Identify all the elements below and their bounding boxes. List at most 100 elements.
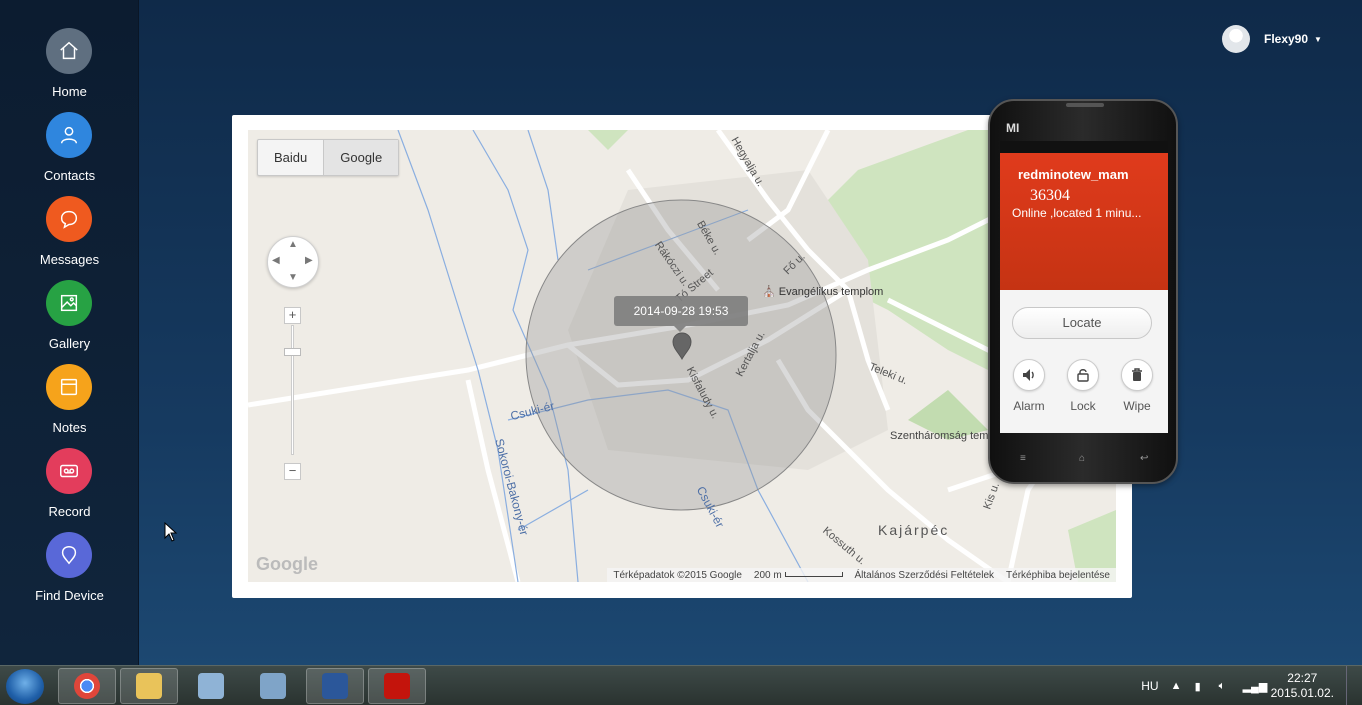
home-icon xyxy=(46,28,92,74)
start-button[interactable] xyxy=(6,669,44,704)
sidebar-item-gallery[interactable]: Gallery xyxy=(0,280,139,364)
taskbar-app-chrome[interactable] xyxy=(58,668,116,704)
provider-baidu-button[interactable]: Baidu xyxy=(258,140,323,175)
location-pin-icon xyxy=(46,532,92,578)
device-status: Online ,located 1 minu... xyxy=(1012,206,1142,220)
location-marker-icon[interactable] xyxy=(672,332,692,360)
taskbar-app-network[interactable] xyxy=(244,668,302,704)
sidebar-item-home[interactable]: Home xyxy=(0,28,139,112)
lock-icon xyxy=(1067,359,1099,391)
person-icon xyxy=(46,112,92,158)
terms-link[interactable]: Általános Szerződési Feltételek xyxy=(855,570,995,581)
word-icon xyxy=(322,673,348,699)
language-indicator[interactable]: HU xyxy=(1141,679,1158,693)
town-label: Kajárpéc xyxy=(878,522,950,538)
file-explorer-icon xyxy=(136,673,162,699)
zoom-out-button[interactable]: − xyxy=(284,463,301,480)
device-id: 36304 xyxy=(1030,187,1070,204)
show-hidden-icons-icon[interactable]: ▲ xyxy=(1171,680,1185,692)
image-icon xyxy=(46,280,92,326)
user-menu[interactable]: Flexy90 ▼ xyxy=(1222,25,1322,53)
sidebar-item-contacts[interactable]: Contacts xyxy=(0,112,139,196)
taskbar-app-word[interactable] xyxy=(306,668,364,704)
sidebar: Home Contacts Messages Gallery Notes Rec… xyxy=(0,0,139,665)
note-icon xyxy=(46,364,92,410)
network-icon xyxy=(260,673,286,699)
map-footer: Térképadatok ©2015 Google 200 m Általáno… xyxy=(607,568,1116,582)
sidebar-item-label: Notes xyxy=(52,420,87,435)
sidebar-item-record[interactable]: Record xyxy=(0,448,139,532)
clock[interactable]: 22:27 2015.01.02. xyxy=(1271,671,1334,701)
sidebar-item-label: Find Device xyxy=(35,588,104,603)
map-copyright: Térképadatok ©2015 Google xyxy=(613,569,742,581)
pan-down-icon[interactable]: ▼ xyxy=(288,272,298,283)
back-key-icon[interactable]: ↩ xyxy=(1140,453,1148,464)
provider-google-button[interactable]: Google xyxy=(323,140,399,175)
wipe-label: Wipe xyxy=(1123,399,1151,413)
alarm-button[interactable]: Alarm xyxy=(1002,359,1056,413)
home-key-icon[interactable]: ⌂ xyxy=(1079,453,1085,464)
menu-key-icon[interactable]: ≡ xyxy=(1020,453,1026,464)
mi-logo: MI xyxy=(1006,121,1020,135)
system-tray: HU ▲ ▮ 🔈︎ ▂▄▆ 22:27 2015.01.02. xyxy=(1141,666,1354,705)
pan-right-icon[interactable]: ▶ xyxy=(305,255,313,266)
google-logo: Google xyxy=(256,554,318,574)
avatar xyxy=(1222,25,1250,53)
volume-icon[interactable]: 🔈︎ xyxy=(1219,680,1233,692)
sidebar-item-label: Contacts xyxy=(43,168,96,183)
report-error-link[interactable]: Térképhiba bejelentése xyxy=(1006,570,1110,581)
wipe-button[interactable]: Wipe xyxy=(1110,359,1164,413)
clock-time: 22:27 xyxy=(1287,671,1318,685)
sidebar-item-label: Gallery xyxy=(48,336,91,351)
lock-button[interactable]: Lock xyxy=(1056,359,1110,413)
mouse-cursor-icon xyxy=(164,522,178,542)
scale-bar xyxy=(784,572,843,578)
phone-status-bar xyxy=(1000,141,1168,153)
taskbar-app-explorer[interactable] xyxy=(120,668,178,704)
trash-icon xyxy=(1121,359,1153,391)
phone-screen: redminotew_mam 36304 Online ,located 1 m… xyxy=(1000,141,1168,433)
alarm-label: Alarm xyxy=(1013,399,1045,413)
power-icon[interactable]: ▮ xyxy=(1195,680,1209,693)
scale-label: 200 m xyxy=(753,569,782,581)
chrome-icon xyxy=(74,673,100,699)
cassette-icon xyxy=(46,448,92,494)
calculator-icon xyxy=(198,673,224,699)
poi-label: Szentháromság tem xyxy=(890,430,989,442)
clock-date: 2015.01.02. xyxy=(1270,686,1334,700)
zoom-slider-handle[interactable] xyxy=(284,348,301,356)
phone-device: MI redminotew_mam 36304 Online ,located … xyxy=(988,99,1178,484)
pan-control[interactable]: ▲ ▼ ◀ ▶ xyxy=(267,236,319,288)
phone-speaker xyxy=(1066,103,1104,107)
map-provider-switch: Baidu Google xyxy=(257,139,400,176)
location-timestamp-tooltip: 2014-09-28 19:53 xyxy=(614,296,748,332)
zoom-in-button[interactable]: + xyxy=(284,307,301,324)
map-view[interactable]: Baidu Google ▲ ▼ ◀ ▶ + − Tó Street Rákóc… xyxy=(248,130,1116,582)
sidebar-item-label: Record xyxy=(48,504,91,519)
sidebar-item-label: Messages xyxy=(39,252,100,267)
show-desktop-button[interactable] xyxy=(1346,666,1354,705)
device-info-panel: redminotew_mam 36304 Online ,located 1 m… xyxy=(1000,153,1168,290)
pan-up-icon[interactable]: ▲ xyxy=(288,239,298,250)
taskbar-app-calculator[interactable] xyxy=(182,668,240,704)
username: Flexy90 xyxy=(1264,32,1309,46)
chevron-down-icon: ▼ xyxy=(1314,34,1322,44)
map-scale: 200 m xyxy=(754,570,843,581)
locate-button[interactable]: Locate xyxy=(1012,307,1152,339)
sidebar-item-label: Home xyxy=(52,84,87,99)
lock-label: Lock xyxy=(1070,399,1096,413)
poi-label: ⛪ Evangélikus templom xyxy=(762,286,884,298)
taskbar: HU ▲ ▮ 🔈︎ ▂▄▆ 22:27 2015.01.02. xyxy=(0,665,1362,705)
speaker-icon xyxy=(1013,359,1045,391)
acrobat-icon xyxy=(384,673,410,699)
sidebar-item-messages[interactable]: Messages xyxy=(0,196,139,280)
chat-bubble-icon xyxy=(46,196,92,242)
sidebar-item-notes[interactable]: Notes xyxy=(0,364,139,448)
pan-left-icon[interactable]: ◀ xyxy=(272,255,280,266)
signal-icon[interactable]: ▂▄▆ xyxy=(1243,680,1268,693)
poi-name: Evangélikus templom xyxy=(778,286,884,298)
sidebar-item-find-device[interactable]: Find Device xyxy=(0,532,139,616)
device-name: redminotew_mam xyxy=(1018,167,1129,182)
taskbar-app-acrobat[interactable] xyxy=(368,668,426,704)
zoom-slider-track[interactable] xyxy=(291,325,294,455)
